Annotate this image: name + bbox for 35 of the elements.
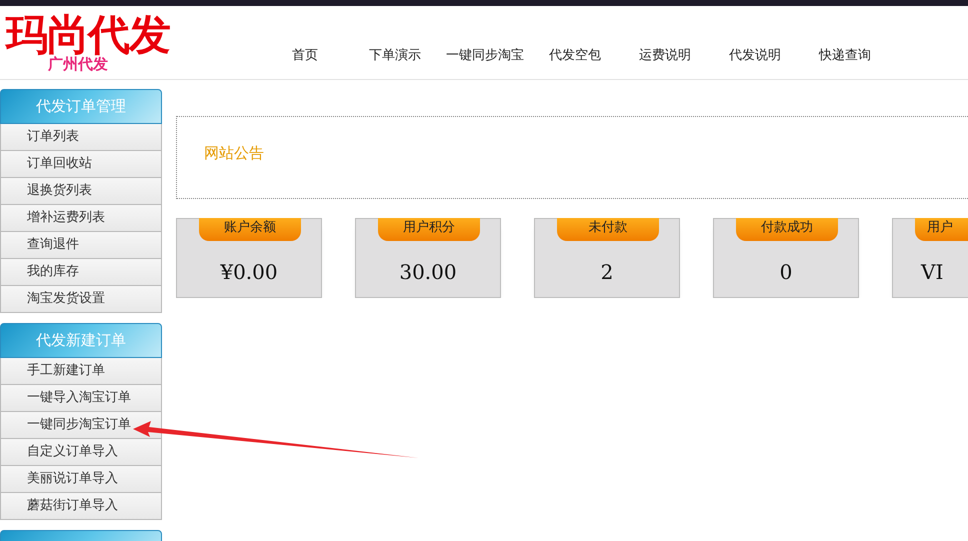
sidebar-item[interactable]: 手工新建订单 bbox=[0, 358, 162, 385]
sidebar-item[interactable]: 增补运费列表 bbox=[0, 205, 162, 232]
sidebar-section-header: 代发新建订单 bbox=[0, 323, 162, 358]
stat-value: 30.00 bbox=[398, 259, 458, 286]
stat-label: 用户积分 bbox=[378, 218, 480, 241]
sidebar-item[interactable]: 一键同步淘宝订单 bbox=[0, 412, 162, 439]
stat-label: 账户余额 bbox=[199, 218, 301, 241]
sidebar-section-header: 代发订单管理 bbox=[0, 89, 162, 124]
sidebar-item[interactable]: 蘑菇街订单导入 bbox=[0, 493, 162, 520]
stat-value: VI bbox=[920, 259, 944, 286]
logo-title: 玛尚代发 bbox=[6, 14, 170, 56]
stat-value: ¥0.00 bbox=[219, 259, 279, 286]
nav-link[interactable]: 代发说明 bbox=[710, 46, 800, 79]
nav-link[interactable]: 快递查询 bbox=[800, 46, 890, 79]
stat-label: 用户 bbox=[915, 218, 968, 241]
stat-label: 未付款 bbox=[557, 218, 659, 241]
sidebar-item[interactable]: 退换货列表 bbox=[0, 178, 162, 205]
sidebar-item[interactable]: 订单列表 bbox=[0, 124, 162, 151]
stat-value: 0 bbox=[778, 259, 794, 286]
nav-link[interactable]: 运费说明 bbox=[620, 46, 710, 79]
stat-label: 付款成功 bbox=[736, 218, 838, 241]
nav-link[interactable]: 一键同步淘宝 bbox=[440, 46, 530, 79]
sidebar-item[interactable]: 我的库存 bbox=[0, 259, 162, 286]
sidebar-item[interactable]: 一键导入淘宝订单 bbox=[0, 385, 162, 412]
nav-link[interactable]: 下单演示 bbox=[350, 46, 440, 79]
sidebar-item[interactable]: 美丽说订单导入 bbox=[0, 466, 162, 493]
sidebar-item[interactable]: 查询退件 bbox=[0, 232, 162, 259]
nav-link[interactable]: 首页 bbox=[260, 46, 350, 79]
logo-subtitle: 广州代发 bbox=[48, 56, 108, 72]
stat-value: 2 bbox=[600, 259, 614, 286]
notice-title: 网站公告 bbox=[204, 144, 264, 162]
sidebar-item[interactable]: 自定义订单导入 bbox=[0, 439, 162, 466]
nav-link[interactable]: 代发空包 bbox=[530, 46, 620, 79]
sidebar-item[interactable]: 订单回收站 bbox=[0, 151, 162, 178]
sidebar-item[interactable]: 淘宝发货设置 bbox=[0, 286, 162, 313]
